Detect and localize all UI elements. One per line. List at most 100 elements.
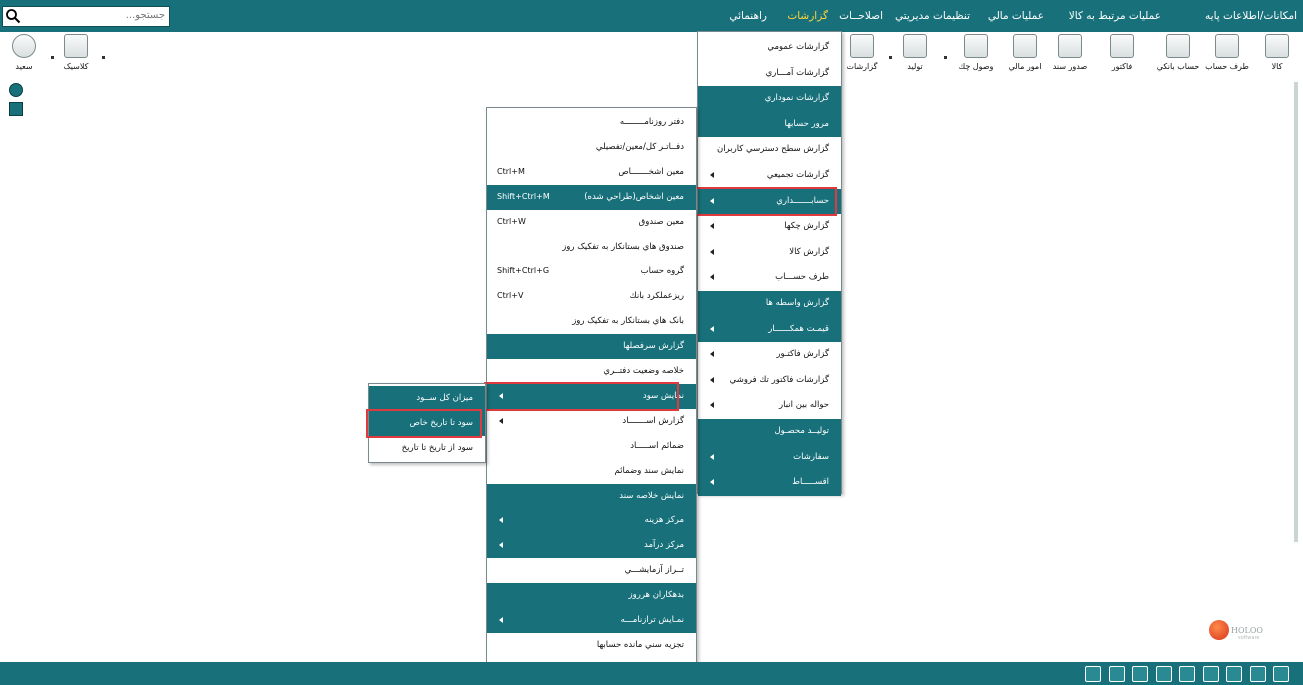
accounting-menu-item-label: بدهکاران هرروز xyxy=(628,590,685,601)
accounting-menu-item-label: ریزعملکرد بانك xyxy=(629,291,684,302)
toolbar-issue-document-button[interactable]: صدور سند xyxy=(1050,34,1090,80)
globe-icon[interactable] xyxy=(1108,666,1125,682)
document-icon xyxy=(1058,34,1082,58)
menu-corrections[interactable]: اصلاحــات xyxy=(839,10,883,22)
toolbar-reports-button[interactable]: گزارشات xyxy=(846,34,878,80)
reports-menu-item[interactable]: اقســـــاط xyxy=(698,470,841,496)
search-icon[interactable] xyxy=(5,8,21,24)
profit-menu-item[interactable]: سود از تاریخ تا تاریخ xyxy=(369,436,485,461)
accounting-menu-item-label: تجزیه سني مانده حسابها xyxy=(596,639,684,650)
toolbar-reports-label: گزارشات xyxy=(846,62,878,71)
menu-reports[interactable]: گزارشات xyxy=(787,10,828,22)
accounting-menu-item[interactable]: ریزعملکرد بانك Ctrl+V xyxy=(487,284,696,309)
toolbar-cheque-button[interactable]: وصول چك xyxy=(955,34,997,80)
accounting-menu-item[interactable]: گزارش اســـــــاد xyxy=(487,409,696,434)
reports-menu-item[interactable]: گزارش فاکتـور xyxy=(698,342,841,368)
submenu-arrow-icon xyxy=(499,417,503,424)
toolbar-finance-button[interactable]: امور مالي xyxy=(1005,34,1045,80)
reports-menu-item[interactable]: گزارش سطح دسترسي کاربران xyxy=(698,137,841,163)
submenu-arrow-icon xyxy=(710,402,714,409)
accounting-menu-item[interactable]: دفــاتـر کل/معین/تفصیلي xyxy=(487,135,696,160)
accounting-menu-item-label: معین صندوق xyxy=(638,216,684,227)
menu-goods-operations[interactable]: عملیات مرتبط به کالا xyxy=(1069,10,1161,22)
toolbar-party-button[interactable]: طرف حساب xyxy=(1205,34,1249,80)
reports-menu-item[interactable]: حواله بین انبار xyxy=(698,393,841,419)
reports-menu-item[interactable]: مرور حسابها xyxy=(698,111,841,138)
reports-menu-item[interactable]: گزارشات تجمیعي xyxy=(698,163,841,189)
accounting-menu-item[interactable]: مرکز هزینه xyxy=(487,508,696,534)
menu-help[interactable]: راهنمائي xyxy=(729,10,767,22)
accounting-menu-item-label: گزارش سرفصلها xyxy=(623,341,684,352)
toolbar-production-button[interactable]: تولید xyxy=(897,34,933,80)
person-icon xyxy=(1215,34,1239,58)
accounting-menu-item-label: نمایش خلاصه سند xyxy=(619,490,684,501)
reports-menu-item[interactable]: قیمـت همکــــــار xyxy=(698,316,841,343)
toolbar-user-button[interactable]: سعید xyxy=(6,34,42,80)
accounting-menu-item[interactable]: نمایش سند وضمائم xyxy=(487,459,696,484)
toolbar-classic-button[interactable]: کلاسیک xyxy=(58,34,94,80)
submenu-arrow-icon xyxy=(710,325,714,332)
toolbar-invoice-button[interactable]: فاکتور xyxy=(1104,34,1140,80)
calculator-icon[interactable] xyxy=(1273,666,1289,682)
reports-menu-item[interactable]: گزارش واسطه ها xyxy=(698,291,841,317)
accounting-menu-item[interactable]: خلاصه وضعیت دفتــري xyxy=(487,359,696,384)
reports-menu-item-label: گزارش واسطه ها xyxy=(765,298,829,308)
accounting-menu-item[interactable]: دفتر روزنامــــــــه xyxy=(487,110,696,135)
date-12-icon[interactable] xyxy=(1249,666,1266,682)
accounting-menu-item[interactable]: معین اشخاص(طراحي شده) Shift+Ctrl+M xyxy=(487,184,696,210)
menu-financial-operations[interactable]: عملیات مالي xyxy=(988,10,1044,22)
accounting-menu-item[interactable]: معین صندوق Ctrl+W xyxy=(487,210,696,235)
reports-menu-item-label: گزارش چکها xyxy=(784,221,829,232)
scrollbar[interactable] xyxy=(1294,82,1298,542)
accounting-menu-item[interactable]: معین اشخـــــــاص Ctrl+M xyxy=(487,160,696,185)
menu-admin-settings[interactable]: تنظیمات مدیریتي xyxy=(895,10,970,22)
accounting-menu-item[interactable]: صندوق هاي بستانکار به تفکیک روز xyxy=(487,235,696,260)
reports-menu-item[interactable]: گزارشات نموداري xyxy=(698,86,841,112)
share-icon[interactable] xyxy=(1202,666,1219,682)
accounting-menu-item[interactable]: بدهکاران هرروز xyxy=(487,583,696,608)
accounting-menu-item[interactable]: گزارش سرفصلها xyxy=(487,334,696,359)
profit-menu-item[interactable]: سود تا تاریخ خاص xyxy=(369,411,485,436)
profile-icon[interactable] xyxy=(9,102,23,116)
profit-menu-item[interactable]: میزان کل ســود xyxy=(369,386,485,411)
reports-menu-item-label: گزارشات نموداري xyxy=(764,93,829,104)
accounting-menu-item[interactable]: بانک هاي بستانکار به تفکیک روز xyxy=(487,309,696,334)
reports-menu-item[interactable]: گزارش چکها xyxy=(698,214,841,240)
reports-menu-item[interactable]: تولیــد محصـول xyxy=(698,419,841,445)
toolbar-goods-button[interactable]: کالا xyxy=(1259,34,1295,80)
toolbar-bank-account-button[interactable]: حساب بانکي xyxy=(1156,34,1200,80)
accounting-menu-item-label: گزارش اســـــــاد xyxy=(622,415,684,426)
reports-icon xyxy=(850,34,874,58)
accounting-menu-item[interactable]: نمـایش ترازنامـــه xyxy=(487,608,696,633)
reports-menu-item[interactable]: گزارشات فاکتور تك فروشي xyxy=(698,368,841,394)
reports-menu-item[interactable]: گزارشات آمـــاري xyxy=(698,61,841,87)
menu-basic-info[interactable]: امکانات/اطلاعات پایه xyxy=(1205,10,1297,22)
accounting-menu-item-shortcut: Ctrl+W xyxy=(497,216,526,226)
list-icon[interactable] xyxy=(1179,666,1195,682)
bank-account-icon xyxy=(1166,34,1190,58)
accounting-menu-item[interactable]: گروه حساب Shift+Ctrl+G xyxy=(487,259,696,284)
accounting-menu-item[interactable]: نمایش سود xyxy=(487,383,696,409)
chart-icon[interactable] xyxy=(1226,666,1242,682)
reports-menu-item[interactable]: حسابـــــــداري xyxy=(698,188,841,215)
accounting-menu-item[interactable]: نمایش خلاصه سند xyxy=(487,483,696,509)
grid-icon[interactable] xyxy=(1155,666,1172,682)
reports-menu-item[interactable]: گزارش کالا xyxy=(698,240,841,266)
k-icon[interactable] xyxy=(1132,666,1148,682)
accounting-menu-item[interactable]: تــراز آزمایشـــي xyxy=(487,558,696,583)
submenu-arrow-icon xyxy=(499,617,503,623)
toolbar-user-label: سعید xyxy=(15,62,33,71)
reports-menu-item[interactable]: سفارشات xyxy=(698,444,841,471)
info-icon[interactable] xyxy=(9,83,23,97)
toolbar-separator xyxy=(102,56,105,59)
accounting-menu-item-shortcut: Ctrl+M xyxy=(497,166,525,176)
accounting-menu-item[interactable]: مرکز درآمد xyxy=(487,533,696,559)
reports-menu-item[interactable]: گزارشات عمومي xyxy=(698,35,841,61)
accounting-menu-item[interactable]: ضمائم اســـــاد xyxy=(487,434,696,459)
reports-menu-item[interactable]: طرف حســـاب xyxy=(698,265,841,291)
calendar-icon[interactable] xyxy=(1085,666,1101,682)
search-box[interactable] xyxy=(2,6,170,27)
accounting-menu-item[interactable]: تجزیه سني مانده حسابها xyxy=(487,633,696,658)
search-input[interactable] xyxy=(25,10,165,21)
reports-menu-item-label: طرف حســـاب xyxy=(775,272,829,283)
